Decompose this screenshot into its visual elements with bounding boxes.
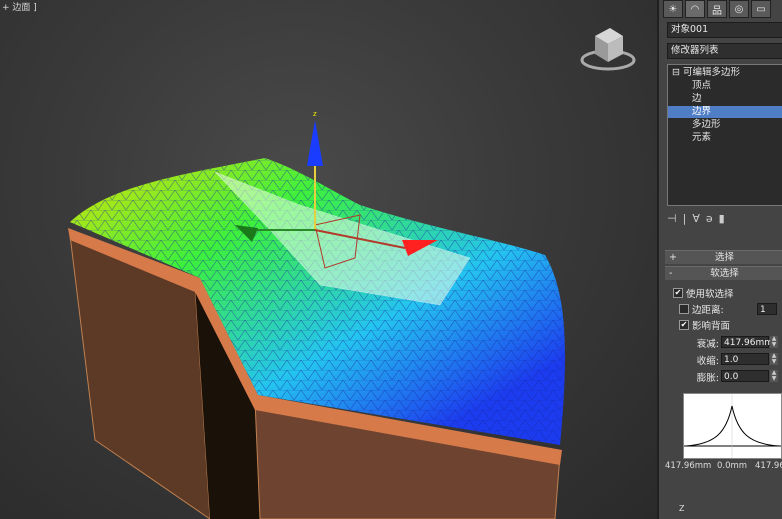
use-soft-selection-checkbox[interactable]: ✔ xyxy=(673,288,683,298)
create-tab-icon[interactable]: ☀ xyxy=(663,0,683,18)
viewport-perspective[interactable]: + 边面 ] z xyxy=(0,0,657,519)
configure-sets-icon[interactable]: ▮ xyxy=(719,212,725,225)
rollout-collapse-icon: - xyxy=(669,268,673,279)
rollout-selection[interactable]: + 选择 xyxy=(665,250,782,264)
display-tab-icon[interactable]: ▭ xyxy=(751,0,771,18)
edge-distance-checkbox[interactable] xyxy=(679,304,689,314)
rollout-soft-selection-label: 软选择 xyxy=(710,268,739,279)
z-axis-arrow xyxy=(307,120,323,166)
remove-modifier-icon[interactable]: ə xyxy=(706,212,713,225)
stack-item-edge[interactable]: 边 xyxy=(668,93,782,105)
modifier-list-dropdown[interactable]: 修改器列表 xyxy=(667,43,782,59)
use-soft-selection-label: 使用软选择 xyxy=(686,289,734,300)
falloff-spinner-arrows[interactable]: ▲ ▼ xyxy=(770,336,778,348)
show-end-result-icon[interactable]: | xyxy=(683,212,687,225)
stack-item-element[interactable]: 元素 xyxy=(668,132,782,144)
object-name-field[interactable]: 对象001 xyxy=(667,22,782,38)
viewcube[interactable] xyxy=(578,22,640,74)
z-axis-label: z xyxy=(313,110,317,118)
axis-tripod-label: Z xyxy=(679,504,685,513)
motion-tab-icon[interactable]: ◎ xyxy=(729,0,749,18)
affect-backfacing-label: 影响背面 xyxy=(692,321,731,332)
falloff-spinner[interactable]: 417.96mm xyxy=(721,336,773,348)
rollout-soft-selection[interactable]: - 软选择 xyxy=(665,266,782,280)
stack-item-vertex[interactable]: 顶点 xyxy=(668,80,782,92)
curve-left-label: 417.96mm xyxy=(665,461,712,471)
curve-center-label: 0.0mm xyxy=(717,461,748,471)
bubble-spinner-arrows[interactable]: ▲ ▼ xyxy=(770,370,778,382)
stack-item-polygon[interactable]: 多边形 xyxy=(668,119,782,131)
pinch-spinner[interactable]: 1.0 xyxy=(721,353,769,365)
stack-root-item[interactable]: ⊟ 可编辑多边形 xyxy=(672,67,782,79)
make-unique-icon[interactable]: ∀ xyxy=(692,212,700,225)
pinch-spinner-arrows[interactable]: ▲ ▼ xyxy=(770,353,778,365)
pinch-label: 收缩: xyxy=(696,356,719,367)
command-panel: ☀ ◠ 品 ◎ ▭ 对象001 修改器列表 ⊟ 可编辑多边形 顶点 边 边界 多… xyxy=(657,0,782,519)
curve-line xyxy=(685,405,780,447)
stack-toolbar: ⊣ | ∀ ə ▮ xyxy=(667,212,725,225)
bubble-label: 膨胀: xyxy=(696,373,719,384)
expand-icon[interactable]: ⊟ xyxy=(672,67,680,78)
pin-stack-icon[interactable]: ⊣ xyxy=(667,212,677,225)
stack-root-label: 可编辑多边形 xyxy=(683,67,741,78)
hierarchy-tab-icon[interactable]: 品 xyxy=(707,0,727,18)
edge-distance-label: 边距离: xyxy=(692,305,724,316)
falloff-curve-graph xyxy=(683,393,782,459)
rollout-selection-label: 选择 xyxy=(714,252,734,263)
scene-canvas[interactable]: z xyxy=(0,0,657,519)
use-soft-selection-row[interactable]: ✔ 使用软选择 xyxy=(673,286,734,300)
affect-backfacing-checkbox[interactable]: ✔ xyxy=(679,320,689,330)
falloff-label: 衰减: xyxy=(696,339,719,350)
stack-item-border[interactable]: 边界 xyxy=(668,106,782,118)
rollout-expand-icon: + xyxy=(669,252,677,263)
affect-backfacing-row[interactable]: ✔ 影响背面 xyxy=(679,318,730,332)
edge-distance-row[interactable]: 边距离: xyxy=(679,302,724,316)
edge-distance-spinner[interactable]: 1 xyxy=(757,303,777,315)
modifier-stack[interactable]: ⊟ 可编辑多边形 顶点 边 边界 多边形 元素 xyxy=(667,64,782,206)
panel-tabbar: ☀ ◠ 品 ◎ ▭ xyxy=(663,0,771,18)
bubble-spinner[interactable]: 0.0 xyxy=(721,370,769,382)
curve-right-label: 417.96 xyxy=(755,461,782,471)
modify-tab-icon[interactable]: ◠ xyxy=(685,0,705,18)
